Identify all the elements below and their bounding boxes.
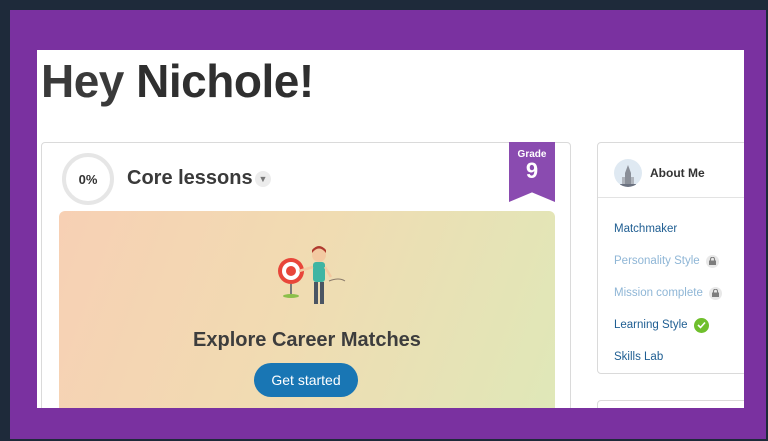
about-item-mission-complete[interactable]: Mission complete bbox=[614, 277, 722, 309]
hero-title: Explore Career Matches bbox=[193, 329, 421, 351]
app-screen: Hey Nichole! 0% Core lessons ▼ Grade 9 E… bbox=[37, 50, 744, 408]
grade-number: 9 bbox=[525, 158, 539, 183]
about-item-matchmaker[interactable]: Matchmaker bbox=[614, 213, 722, 245]
about-item-learning-style[interactable]: Learning Style bbox=[614, 309, 722, 341]
check-icon bbox=[693, 317, 709, 333]
lock-icon bbox=[708, 286, 722, 300]
about-item-personality-style[interactable]: Personality Style bbox=[614, 245, 722, 277]
greeting-name: Nichole! bbox=[136, 55, 314, 107]
about-item-skills-lab[interactable]: Skills Lab bbox=[614, 341, 722, 373]
about-item-label: Personality Style bbox=[614, 255, 700, 267]
grade-badge: Grade 9 bbox=[509, 142, 555, 202]
core-lessons-title[interactable]: Core lessons bbox=[127, 167, 253, 190]
get-started-button[interactable]: Get started bbox=[254, 363, 358, 397]
about-me-list: Matchmaker Personality Style Mission com… bbox=[614, 213, 722, 373]
chevron-down-icon[interactable]: ▼ bbox=[255, 171, 271, 187]
core-lessons-card: 0% Core lessons ▼ Grade 9 Explore Career… bbox=[41, 142, 571, 408]
progress-ring: 0% bbox=[62, 153, 114, 205]
page-greeting: Hey Nichole! bbox=[41, 54, 314, 108]
divider bbox=[598, 197, 744, 198]
greeting-prefix: Hey bbox=[41, 55, 124, 107]
career-matches-banner: Explore Career Matches Get started bbox=[59, 211, 555, 408]
progress-value: 0% bbox=[78, 171, 98, 187]
about-item-label: Learning Style bbox=[614, 319, 688, 331]
rocket-tower-icon bbox=[620, 165, 636, 187]
about-me-title[interactable]: About Me bbox=[650, 166, 705, 180]
lock-icon bbox=[705, 254, 719, 268]
about-me-card: About Me Matchmaker Personality Style Mi… bbox=[597, 142, 744, 374]
avatar bbox=[614, 159, 642, 187]
about-item-label: Matchmaker bbox=[614, 223, 678, 235]
target-person-illustration bbox=[278, 246, 346, 304]
about-item-label: Skills Lab bbox=[614, 351, 664, 363]
secondary-card bbox=[597, 400, 744, 408]
about-item-label: Mission complete bbox=[614, 287, 703, 299]
